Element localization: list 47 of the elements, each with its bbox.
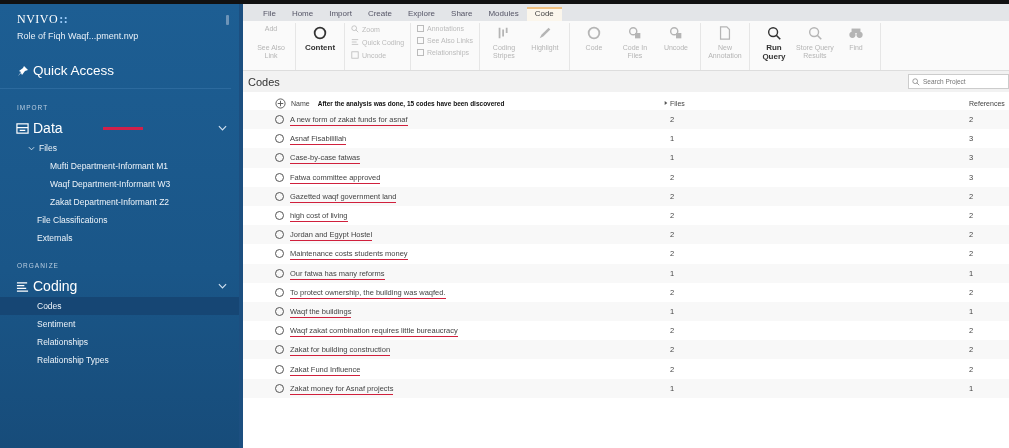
panel-title: Codes — [248, 75, 280, 88]
group-label: Data — [33, 120, 63, 136]
sidebar-item[interactable]: Codes — [0, 297, 239, 315]
ribbon-tab[interactable]: Code — [526, 7, 562, 21]
checkbox-icon — [417, 37, 425, 44]
ribbon-tab[interactable]: Home — [283, 7, 322, 21]
project-name: Role of Fiqh Waqf...pment.nvp — [16, 30, 140, 41]
annotation-mark — [102, 126, 143, 130]
ribbon-tab[interactable]: File — [255, 7, 284, 21]
ribbon-tab[interactable]: Modules — [480, 7, 527, 21]
chevron-icon[interactable] — [218, 283, 227, 289]
table-icon — [16, 121, 29, 135]
square-icon — [351, 51, 359, 59]
app-logo: NVIVO:: — [17, 12, 69, 27]
sidebar-item[interactable]: Waqf Department-Informant W3 — [0, 175, 239, 193]
sidebar-item[interactable]: Zakat Department-Informant Z2 — [0, 193, 239, 211]
sidebar-item[interactable]: Mufti Department-Informant M1 — [0, 157, 239, 175]
sort-icon — [664, 101, 668, 105]
chevron-icon[interactable] — [28, 145, 35, 151]
ribbon-tab[interactable]: Import — [321, 7, 360, 21]
checkbox-icon — [417, 25, 425, 32]
sidebar-item[interactable]: Externals — [0, 229, 239, 247]
ribbon-tab[interactable]: Explore — [399, 7, 444, 21]
lines-icon — [16, 279, 29, 293]
lines-icon — [351, 38, 359, 46]
group-header[interactable]: Coding — [0, 275, 239, 297]
sidebar-item[interactable]: Relationship Types — [0, 351, 239, 369]
ribbon-button[interactable]: Content — [300, 23, 340, 70]
circle-icon — [585, 25, 602, 41]
sidebar-item[interactable]: Relationships — [0, 333, 239, 351]
ribbon-tab[interactable]: Create — [359, 7, 400, 21]
chevron-icon[interactable] — [218, 125, 227, 131]
search-icon — [351, 25, 359, 33]
checkbox-icon — [417, 49, 425, 56]
sidebar-item[interactable]: Sentiment — [0, 315, 239, 333]
ribbon-tab[interactable]: Share — [443, 7, 481, 21]
ribbon-button[interactable]: Run Query — [753, 23, 794, 70]
add-icon[interactable] — [275, 97, 286, 109]
sidebar-item[interactable]: File Classifications — [0, 211, 239, 229]
circle-icon — [312, 25, 328, 41]
sidebar-item[interactable]: Files — [0, 139, 239, 157]
quick-access-link[interactable]: Quick Access — [0, 41, 231, 89]
pin-icon — [17, 64, 29, 77]
search-icon — [765, 25, 782, 41]
search-icon — [806, 25, 823, 41]
group-header[interactable]: Data — [0, 117, 239, 139]
group-label: Coding — [33, 278, 78, 294]
